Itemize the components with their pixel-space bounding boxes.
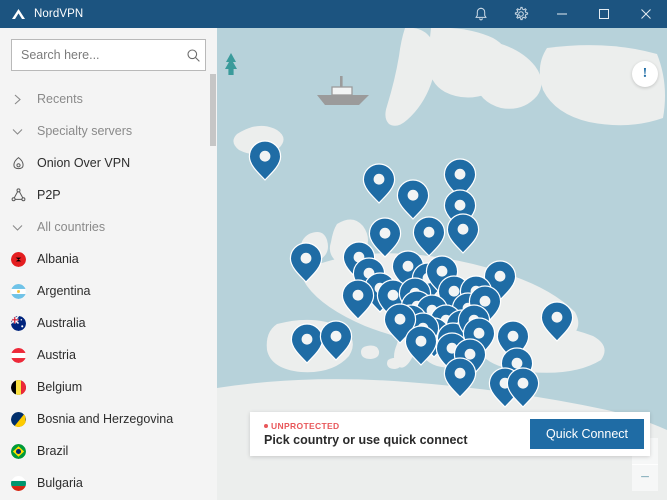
sidebar-item-label: Albania xyxy=(37,252,79,266)
sidebar-item-specialty-servers[interactable]: Specialty servers xyxy=(0,115,217,147)
map-pin[interactable] xyxy=(397,180,428,219)
notifications-button[interactable] xyxy=(461,0,501,28)
map-pin[interactable] xyxy=(249,141,280,180)
bell-icon xyxy=(474,7,488,22)
search-box[interactable] xyxy=(11,39,206,71)
sidebar-item-recents[interactable]: Recents xyxy=(0,83,217,115)
minimize-icon xyxy=(556,8,568,20)
flag-bosnia-icon xyxy=(11,412,37,427)
map-pin[interactable] xyxy=(369,218,400,257)
sidebar-scrollbar-thumb[interactable] xyxy=(210,74,216,146)
sidebar-item-label: All countries xyxy=(37,220,105,234)
sidebar-item-bulgaria[interactable]: Bulgaria xyxy=(0,467,217,499)
connection-status-bar: UNPROTECTED Pick country or use quick co… xyxy=(250,412,650,456)
app-title: NordVPN xyxy=(34,8,83,20)
exclamation-icon: ! xyxy=(643,66,648,82)
search-input[interactable] xyxy=(12,48,182,62)
minimize-button[interactable] xyxy=(541,0,583,28)
settings-button[interactable] xyxy=(501,0,541,28)
flag-argentina-icon xyxy=(11,284,37,299)
maximize-icon xyxy=(598,8,610,20)
close-icon xyxy=(640,8,652,20)
sidebar: Recents Specialty servers Onion Over VPN P2… xyxy=(0,28,218,500)
sidebar-item-p2p[interactable]: P2P xyxy=(0,179,217,211)
sidebar-item-argentina[interactable]: Argentina xyxy=(0,275,217,307)
quick-connect-button[interactable]: Quick Connect xyxy=(530,419,644,449)
status-dot-icon xyxy=(264,424,268,428)
sidebar-item-austria[interactable]: Austria xyxy=(0,339,217,371)
maximize-button[interactable] xyxy=(583,0,625,28)
nordvpn-window: NordVPN xyxy=(0,0,667,500)
sidebar-item-albania[interactable]: Albania xyxy=(0,243,217,275)
sidebar-item-label: Argentina xyxy=(37,284,91,298)
map-pin[interactable] xyxy=(447,214,478,253)
sidebar-item-brazil[interactable]: Brazil xyxy=(0,435,217,467)
sidebar-item-all-countries[interactable]: All countries xyxy=(0,211,217,243)
chevron-right-icon xyxy=(11,93,37,106)
chevron-down-icon xyxy=(11,221,37,234)
status-text-group: UNPROTECTED Pick country or use quick co… xyxy=(264,421,530,447)
app-logo: NordVPN xyxy=(11,7,83,21)
sidebar-item-label: P2P xyxy=(37,188,61,202)
title-bar: NordVPN xyxy=(0,0,667,28)
sidebar-scrollbar[interactable] xyxy=(209,28,217,500)
sidebar-item-label: Austria xyxy=(37,348,76,362)
map-pin[interactable] xyxy=(363,164,394,203)
sidebar-item-label: Bosnia and Herzegovina xyxy=(37,412,173,426)
sidebar-item-bosnia-and-herzegovina[interactable]: Bosnia and Herzegovina xyxy=(0,403,217,435)
flag-bulgaria-icon xyxy=(11,476,37,491)
zoom-out-button[interactable]: − xyxy=(632,465,658,491)
search-icon xyxy=(182,48,205,63)
nord-arch-logo-icon xyxy=(11,7,26,21)
sidebar-item-onion-over-vpn[interactable]: Onion Over VPN xyxy=(0,147,217,179)
flag-austria-icon xyxy=(11,348,37,363)
p2p-icon xyxy=(11,188,37,203)
status-badge: UNPROTECTED xyxy=(264,421,530,431)
sidebar-item-australia[interactable]: Australia xyxy=(0,307,217,339)
flag-australia-icon xyxy=(11,316,37,331)
flag-brazil-icon xyxy=(11,444,37,459)
ship-icon xyxy=(317,76,369,105)
server-list: Recents Specialty servers Onion Over VPN P2… xyxy=(0,83,217,499)
map-pin[interactable] xyxy=(413,217,444,256)
close-button[interactable] xyxy=(625,0,667,28)
onion-icon xyxy=(11,156,37,171)
status-message: Pick country or use quick connect xyxy=(264,433,530,447)
sidebar-item-label: Brazil xyxy=(37,444,68,458)
sidebar-item-belgium[interactable]: Belgium xyxy=(0,371,217,403)
sidebar-item-label: Bulgaria xyxy=(37,476,83,490)
map-alert-button[interactable]: ! xyxy=(632,61,658,87)
sidebar-item-label: Australia xyxy=(37,316,86,330)
chevron-down-icon xyxy=(11,125,37,138)
status-label: UNPROTECTED xyxy=(271,421,340,431)
gear-icon xyxy=(513,6,529,22)
flag-albania-icon xyxy=(11,252,37,267)
sidebar-item-label: Recents xyxy=(37,92,83,106)
sidebar-item-label: Onion Over VPN xyxy=(37,156,130,170)
flag-belgium-icon xyxy=(11,380,37,395)
pine-tree-icon xyxy=(225,53,237,75)
sidebar-item-label: Belgium xyxy=(37,380,82,394)
sidebar-item-label: Specialty servers xyxy=(37,124,132,138)
